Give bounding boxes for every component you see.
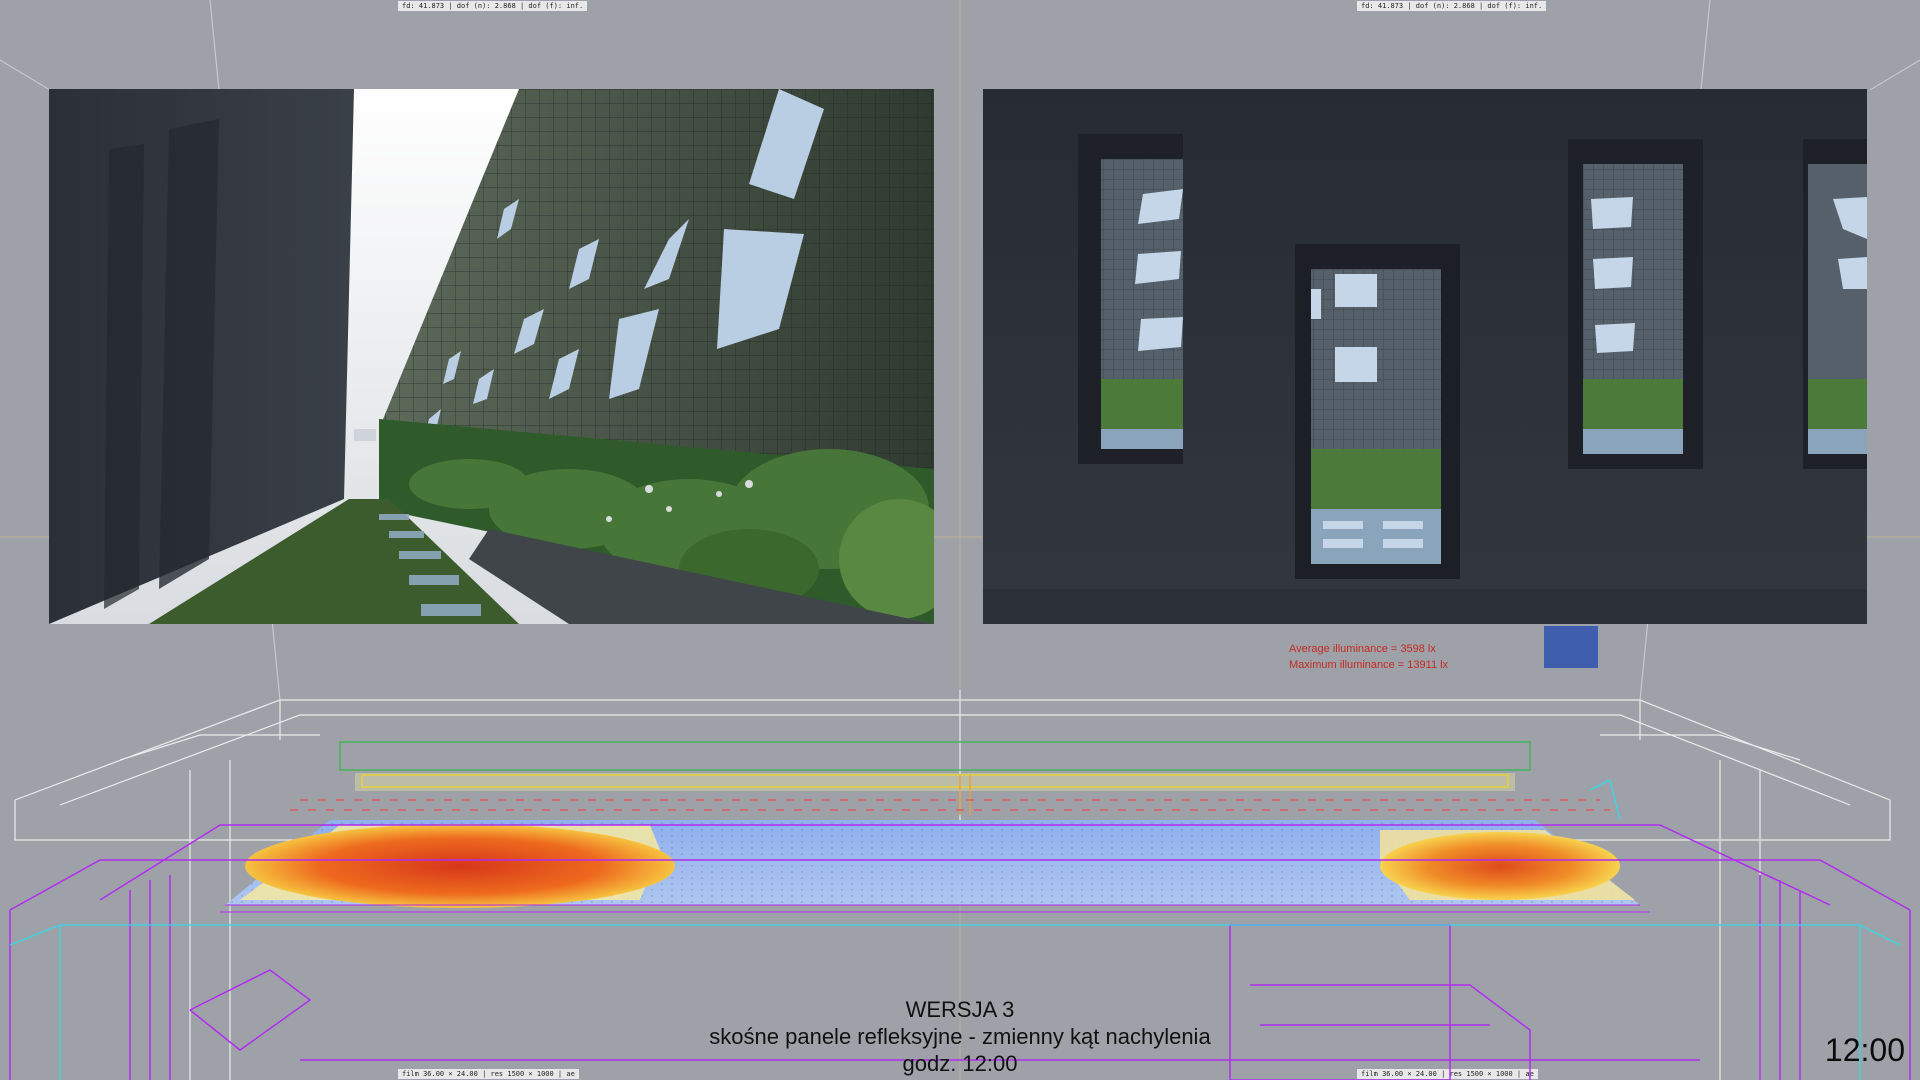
reflective-panel-beam — [339, 741, 1531, 791]
maximum-illuminance-label: Maximum illuminance = 13911 lx — [1289, 659, 1449, 671]
illuminance-color-swatch — [1544, 626, 1598, 668]
illuminance-legend: Average illuminance = 3598 lx Maximum il… — [1289, 641, 1448, 673]
window-center — [1295, 244, 1460, 579]
interior-render-image — [983, 89, 1867, 624]
panel-shadow-dashes — [290, 799, 1610, 811]
courtyard-perspective-render[interactable] — [49, 89, 934, 624]
version-title: WERSJA 3 — [905, 997, 1015, 1022]
version-description: skośne panele refleksyjne - zmienny kąt … — [709, 1024, 1211, 1049]
courtyard-render-image — [49, 89, 934, 624]
window-right — [1568, 139, 1703, 469]
window-far-right — [1803, 139, 1867, 469]
average-illuminance-label: Average illuminance = 3598 lx — [1289, 643, 1436, 655]
window-left — [1078, 134, 1183, 464]
clock-display: 12:00 — [1824, 1032, 1905, 1068]
illuminance-heatmap — [225, 774, 1640, 908]
time-label: godz. 12:00 — [902, 1051, 1018, 1076]
interior-windows-render[interactable] — [983, 89, 1867, 624]
